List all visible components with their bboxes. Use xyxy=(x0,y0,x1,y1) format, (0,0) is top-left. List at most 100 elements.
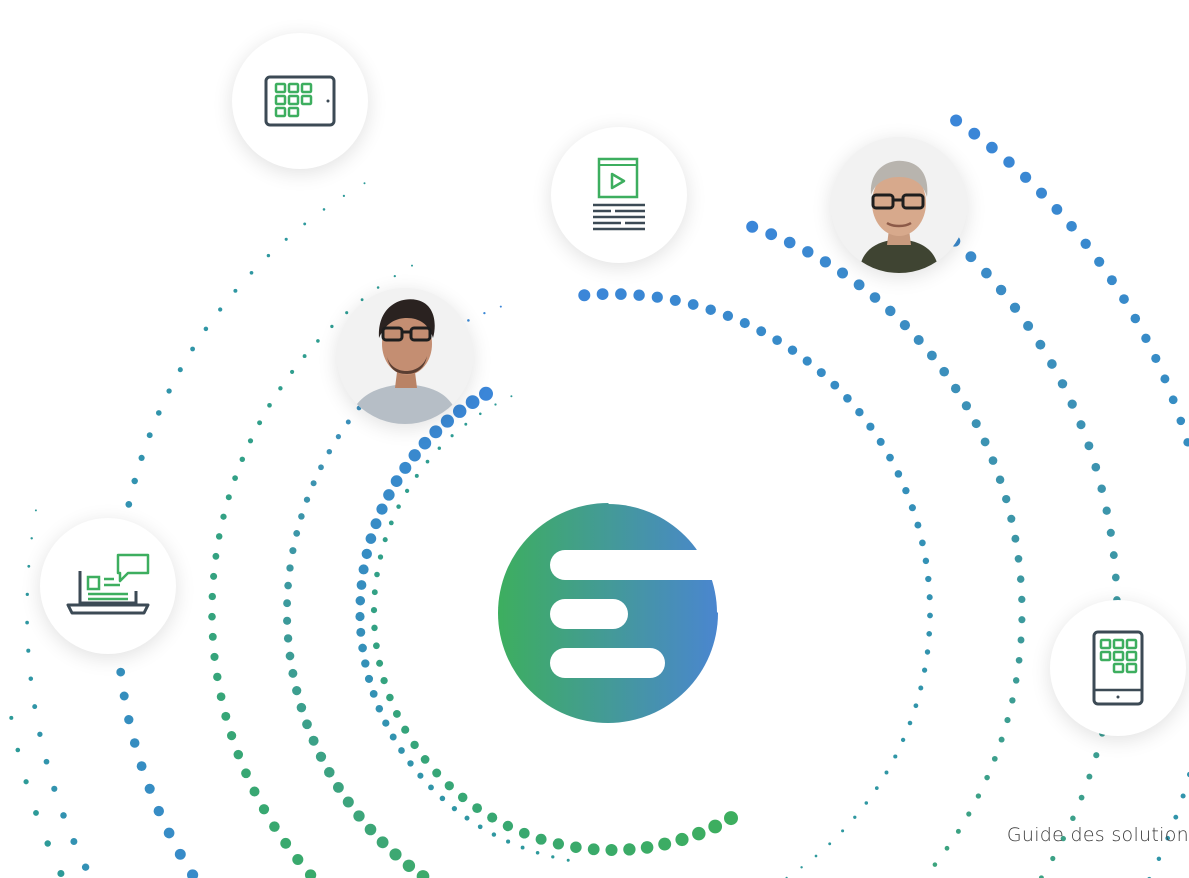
orbit-dot xyxy=(364,823,377,836)
orbit-dot xyxy=(399,461,412,474)
orbit-dot xyxy=(841,829,845,833)
orbit-dot xyxy=(1130,313,1141,324)
orbit-dot xyxy=(304,869,317,878)
orbit-dot xyxy=(1093,752,1100,759)
orbit-dot xyxy=(210,572,218,580)
orbit-dot xyxy=(965,251,977,263)
orbit-dot xyxy=(289,547,297,555)
orbit-dot xyxy=(658,837,672,851)
orbit-dot xyxy=(292,853,304,866)
orbit-dot xyxy=(213,672,222,682)
orbit-dot xyxy=(1014,554,1023,563)
orbit-dot xyxy=(893,754,898,759)
orbit-dot xyxy=(925,575,932,583)
orbit-dot xyxy=(651,291,663,303)
orbit-dot xyxy=(308,735,319,746)
orbit-dot xyxy=(1004,717,1011,724)
orbit-dot xyxy=(138,454,145,461)
orbit-dot xyxy=(302,354,307,359)
orbit-dot xyxy=(392,709,401,718)
orbit-dot xyxy=(995,284,1007,296)
orbit-dot xyxy=(411,264,413,267)
orbit-dot xyxy=(396,504,401,509)
orbit-dot xyxy=(33,809,39,816)
orbit-dot xyxy=(258,804,270,815)
orbit-dot xyxy=(310,480,317,487)
orbit-dot xyxy=(991,755,998,762)
orbit-dot xyxy=(477,824,483,830)
orbit-dot xyxy=(1018,616,1026,624)
orbit-dot xyxy=(1020,171,1032,183)
orbit-dot xyxy=(1097,484,1106,494)
orbit-dot xyxy=(420,755,430,764)
orbit-dot xyxy=(1102,506,1111,515)
orbit-dot xyxy=(570,841,582,853)
bubble-laptop-chat xyxy=(40,518,176,654)
orbit-dot xyxy=(425,459,430,464)
orbit-dot xyxy=(23,779,29,785)
orbit-dot xyxy=(377,554,384,560)
orbit-dot xyxy=(483,311,486,315)
orbit-dot xyxy=(1002,494,1011,504)
orbit-dot xyxy=(444,781,454,791)
orbit-dot xyxy=(1009,302,1021,313)
orbit-dot xyxy=(765,228,778,241)
orbit-dot xyxy=(342,194,346,198)
orbit-dot xyxy=(506,839,511,844)
orbit-dot xyxy=(1106,528,1115,537)
hero-illustration: Guide des solution xyxy=(0,0,1189,878)
orbit-dot xyxy=(1168,395,1178,405)
orbit-dot xyxy=(866,422,875,431)
orbit-dot xyxy=(342,796,354,808)
orbit-dot xyxy=(1070,815,1076,822)
orbit-dot xyxy=(452,404,467,418)
orbit-dot xyxy=(416,870,430,878)
orbit-dot xyxy=(212,552,220,560)
bubble-tablet-landscape xyxy=(232,33,368,169)
orbit-dot xyxy=(356,580,367,590)
orbit-dot xyxy=(376,659,384,667)
orbit-dot xyxy=(1180,793,1186,799)
orbit-dot xyxy=(1016,575,1025,583)
orbit-dot xyxy=(402,859,416,872)
orbit-dot xyxy=(369,690,378,698)
orbit-dot xyxy=(380,676,388,685)
orbit-dot xyxy=(520,845,525,850)
orbit-dot xyxy=(675,832,689,847)
orbit-dot xyxy=(502,820,514,832)
orbit-dot xyxy=(843,394,852,403)
orbit-dot xyxy=(1036,187,1047,199)
orbit-dot xyxy=(975,793,982,799)
orbit-dot xyxy=(874,786,879,790)
orbit-dot xyxy=(370,607,378,614)
orbit-dot xyxy=(303,222,307,226)
orbit-dot xyxy=(692,826,706,841)
orbit-dot xyxy=(1183,438,1189,447)
orbit-dot xyxy=(361,659,370,668)
orbit-dot xyxy=(136,761,147,772)
orbit-dot xyxy=(1111,573,1120,582)
orbit-dot xyxy=(1015,656,1023,664)
orbit-dot xyxy=(457,792,468,803)
orbit-dot xyxy=(408,449,421,462)
bubble-tablet-portrait xyxy=(1050,600,1186,736)
orbit-dot xyxy=(853,815,857,819)
orbit-dot xyxy=(418,436,432,450)
orbit-dot xyxy=(316,339,320,343)
orbit-dot xyxy=(705,304,716,315)
orbit-dot xyxy=(283,616,292,625)
orbit-dot xyxy=(439,795,446,802)
orbit-dot xyxy=(440,414,454,428)
orbit-dot xyxy=(293,530,301,537)
orbit-dot xyxy=(465,395,480,409)
orbit-dot xyxy=(302,719,312,730)
orbit-dot xyxy=(249,270,254,275)
orbit-dot xyxy=(914,521,922,529)
orbit-dot xyxy=(551,855,555,859)
orbit-dot xyxy=(787,345,798,355)
orbit-dot xyxy=(401,725,410,734)
orbit-dot xyxy=(30,537,33,540)
orbit-dot xyxy=(971,419,981,429)
orbit-dot xyxy=(288,668,298,678)
orbit-dot xyxy=(292,686,302,696)
